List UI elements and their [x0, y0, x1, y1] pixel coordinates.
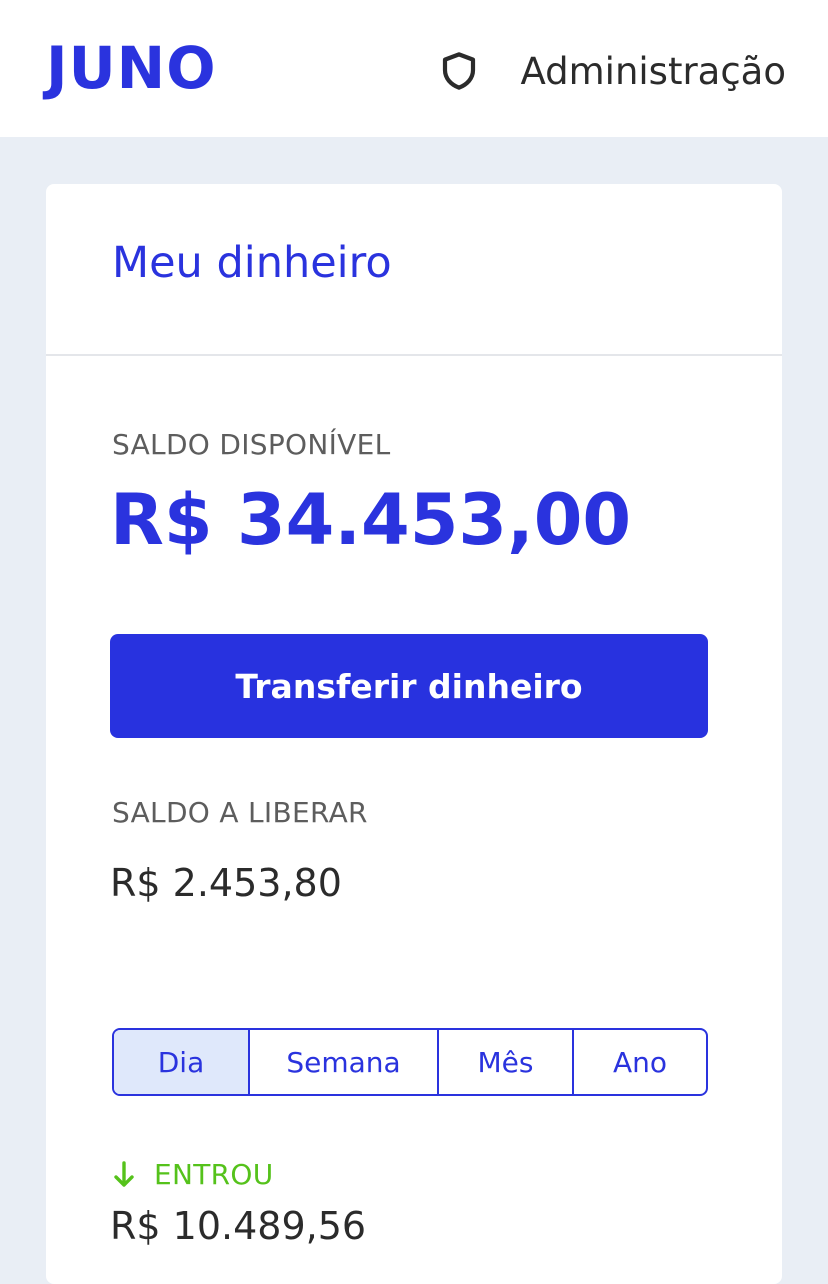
- admin-link[interactable]: Administração: [438, 44, 786, 98]
- pending-balance-value: R$ 2.453,80: [110, 861, 342, 905]
- transfer-money-button[interactable]: Transferir dinheiro: [110, 634, 708, 738]
- juno-logo[interactable]: JUNO: [46, 38, 217, 98]
- income-row: ENTROU: [112, 1158, 274, 1191]
- tab-ano[interactable]: Ano: [572, 1030, 706, 1094]
- pending-balance-label: SALDO A LIBERAR: [112, 796, 368, 829]
- card-title: Meu dinheiro: [112, 238, 392, 288]
- tab-semana[interactable]: Semana: [248, 1030, 437, 1094]
- income-label: ENTROU: [154, 1158, 274, 1191]
- period-tabs: Dia Semana Mês Ano: [112, 1028, 708, 1096]
- divider: [46, 354, 782, 356]
- shield-icon: [443, 52, 476, 90]
- income-value: R$ 10.489,56: [110, 1204, 367, 1248]
- admin-label: Administração: [520, 49, 786, 93]
- tab-mes[interactable]: Mês: [437, 1030, 572, 1094]
- arrow-down-icon: [114, 1160, 134, 1187]
- top-bar: JUNO Administração: [0, 0, 828, 137]
- balance-card: Meu dinheiro SALDO DISPONÍVEL R$ 34.453,…: [46, 184, 782, 1284]
- tab-dia[interactable]: Dia: [114, 1030, 248, 1094]
- available-balance-label: SALDO DISPONÍVEL: [112, 428, 391, 461]
- available-balance-value: R$ 34.453,00: [110, 479, 632, 561]
